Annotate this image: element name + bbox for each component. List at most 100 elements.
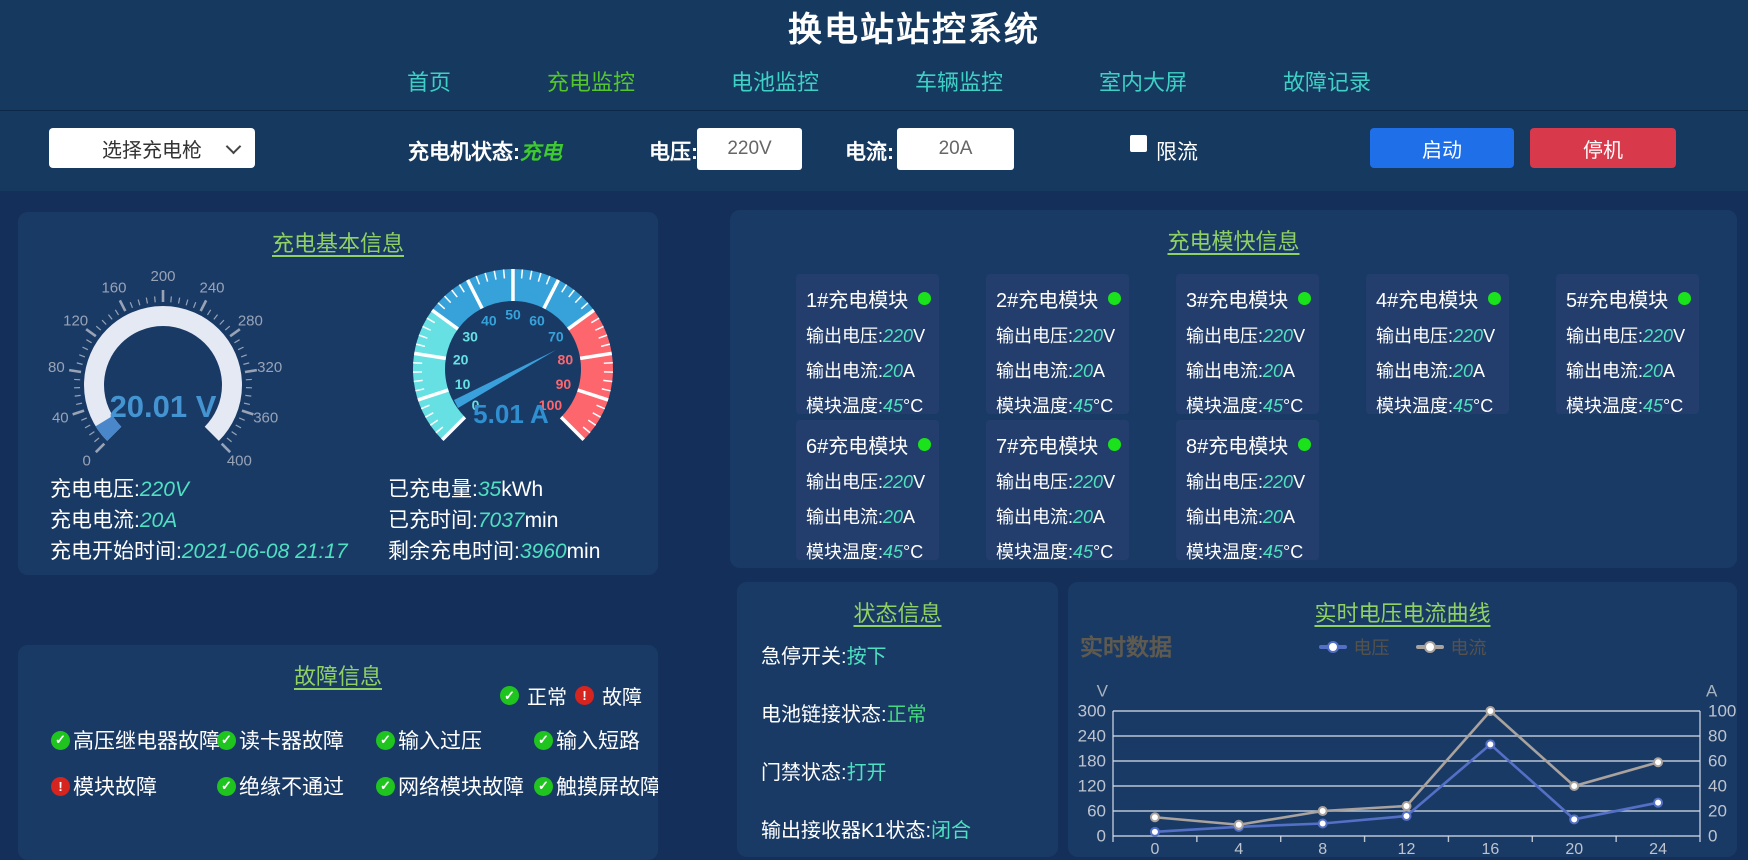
fault-status-icon <box>51 777 70 796</box>
stop-button[interactable]: 停机 <box>1530 128 1676 168</box>
svg-text:60: 60 <box>1708 751 1727 770</box>
svg-text:400: 400 <box>227 452 252 469</box>
chart-panel-title: 实时电压电流曲线 <box>1068 582 1737 628</box>
module-card: 5#充电模块 输出电压:220V 输出电流:20A 模块温度:45°C <box>1556 274 1699 414</box>
svg-text:360: 360 <box>253 409 278 426</box>
charger-status: 充电机状态:充电 <box>408 136 562 166</box>
page-title: 换电站站控系统 <box>40 0 1748 51</box>
module-card: 6#充电模块 输出电压:220V 输出电流:20A 模块温度:45°C <box>796 420 939 560</box>
module-card: 4#充电模块 输出电压:220V 输出电流:20A 模块温度:45°C <box>1366 274 1509 414</box>
fault-item: 模块故障 <box>51 771 217 801</box>
legend-marker-icon <box>1319 645 1347 649</box>
chart-legend: 电压 电流 <box>1068 634 1737 660</box>
svg-text:12: 12 <box>1398 841 1416 857</box>
svg-text:16: 16 <box>1481 841 1499 857</box>
svg-text:24: 24 <box>1649 841 1667 857</box>
gun-select[interactable]: 选择充电枪 <box>49 128 255 168</box>
limit-checkbox[interactable] <box>1130 135 1147 152</box>
legend-label: 电压 <box>1354 634 1390 660</box>
nav-item-indoor-screen[interactable]: 室内大屏 <box>1099 65 1187 97</box>
svg-text:240: 240 <box>1078 726 1106 745</box>
nav-item-battery-monitor[interactable]: 电池监控 <box>731 65 819 97</box>
remaining-time: 剩余充电时间:3960min <box>388 536 600 567</box>
fault-item: 输入过压 <box>376 725 534 755</box>
limit-label: 限流 <box>1156 136 1198 166</box>
module-card: 7#充电模块 输出电压:220V 输出电流:20A 模块温度:45°C <box>986 420 1129 560</box>
svg-text:40: 40 <box>52 409 69 426</box>
nav-item-vehicle-monitor[interactable]: 车辆监控 <box>915 65 1003 97</box>
fault-status-icon <box>376 777 395 796</box>
fault-status-icon <box>217 731 236 750</box>
module-status-dot <box>1108 438 1121 451</box>
start-button[interactable]: 启动 <box>1370 128 1514 168</box>
voltage-label: 电压: <box>649 136 698 166</box>
svg-text:20: 20 <box>453 351 469 367</box>
svg-text:80: 80 <box>48 359 65 376</box>
nav-item-fault-records[interactable]: 故障记录 <box>1283 65 1371 97</box>
svg-text:20: 20 <box>1708 801 1727 820</box>
module-status-dot <box>1108 292 1121 305</box>
module-status-dot <box>1678 292 1691 305</box>
module-status-dot <box>1298 438 1311 451</box>
voltage-gauge: 0408012016020024028032036040020.01 V <box>18 264 313 479</box>
legend-item[interactable]: 电流 <box>1416 634 1487 660</box>
basic-info-title: 充电基本信息 <box>18 212 658 258</box>
svg-text:0: 0 <box>1708 826 1717 845</box>
battery-link-status: 电池链接状态:正常 <box>761 698 971 727</box>
svg-text:180: 180 <box>1078 751 1106 770</box>
module-card: 8#充电模块 输出电压:220V 输出电流:20A 模块温度:45°C <box>1176 420 1319 560</box>
fault-grid: 高压继电器故障 读卡器故障 输入过压 输入短路 模块故障 绝缘不通过 网络模块故… <box>51 725 658 801</box>
svg-text:50: 50 <box>505 307 521 323</box>
svg-text:30: 30 <box>462 329 478 345</box>
charge-info-right: 已充电量:35kWh 已充时间:7037min 剩余充电时间:3960min <box>388 474 600 567</box>
module-card: 2#充电模块 输出电压:220V 输出电流:20A 模块温度:45°C <box>986 274 1129 414</box>
realtime-chart-panel: 006020120401806024080300100VA04812162024… <box>1068 582 1737 857</box>
svg-text:120: 120 <box>1078 776 1106 795</box>
charge-modules-panel: 充电模快信息 1#充电模块 输出电压:220V 输出电流:20A 模块温度:45… <box>730 210 1737 568</box>
nav-item-charge-monitor[interactable]: 充电监控 <box>547 65 635 97</box>
toolbar: 选择充电枪 充电机状态:充电 电压: 电流: 限流 启动 停机 <box>0 111 1748 191</box>
fault-status-icon <box>534 777 553 796</box>
svg-text:20.01 V: 20.01 V <box>110 389 217 424</box>
current-label: 电流: <box>845 136 894 166</box>
charged-energy: 已充电量:35kWh <box>388 474 600 505</box>
legend-item[interactable]: 电压 <box>1319 634 1390 660</box>
svg-text:280: 280 <box>238 312 263 329</box>
svg-text:40: 40 <box>481 312 497 328</box>
svg-text:V: V <box>1097 681 1109 700</box>
fault-status-icon <box>534 731 553 750</box>
current-input[interactable] <box>897 128 1014 170</box>
door-status: 门禁状态:打开 <box>761 756 971 785</box>
svg-text:60: 60 <box>529 312 545 328</box>
basic-info-panel: 充电基本信息 0408012016020024028032036040020.0… <box>18 212 658 575</box>
module-status-dot <box>1298 292 1311 305</box>
charge-info-left: 充电电压:220V 充电电流:20A 充电开始时间:2021-06-08 21:… <box>50 474 348 567</box>
nav-item-home[interactable]: 首页 <box>407 65 451 97</box>
modules-panel-title: 充电模快信息 <box>730 210 1737 256</box>
header: 换电站站控系统 首页 充电监控 电池监控 车辆监控 室内大屏 故障记录 <box>0 0 1748 111</box>
svg-text:10: 10 <box>455 376 471 392</box>
svg-text:0: 0 <box>82 452 90 469</box>
fault-item: 网络模块故障 <box>376 771 534 801</box>
svg-text:70: 70 <box>548 329 564 345</box>
svg-text:120: 120 <box>63 312 88 329</box>
module-status-dot <box>918 438 931 451</box>
svg-text:80: 80 <box>558 351 574 367</box>
fault-status-icon <box>51 731 70 750</box>
svg-text:60: 60 <box>1087 801 1106 820</box>
current-gauge: 01020304050607080901005.01 A <box>390 254 636 484</box>
status-list: 急停开关:按下 电池链接状态:正常 门禁状态:打开 输出接收器K1状态:闭合 <box>761 640 971 857</box>
gun-select-label: 选择充电枪 <box>102 134 202 163</box>
svg-text:240: 240 <box>200 280 225 297</box>
fault-item: 输入短路 <box>534 725 658 755</box>
fault-item: 高压继电器故障 <box>51 725 217 755</box>
legend-label: 电流 <box>1451 634 1487 660</box>
svg-text:200: 200 <box>150 268 175 285</box>
svg-text:90: 90 <box>556 376 572 392</box>
voltage-input[interactable] <box>697 128 802 170</box>
svg-text:5.01 A: 5.01 A <box>473 399 549 429</box>
module-status-dot <box>1488 292 1501 305</box>
charge-voltage: 充电电压:220V <box>50 474 348 505</box>
svg-text:0: 0 <box>1150 841 1159 857</box>
svg-text:80: 80 <box>1708 726 1727 745</box>
